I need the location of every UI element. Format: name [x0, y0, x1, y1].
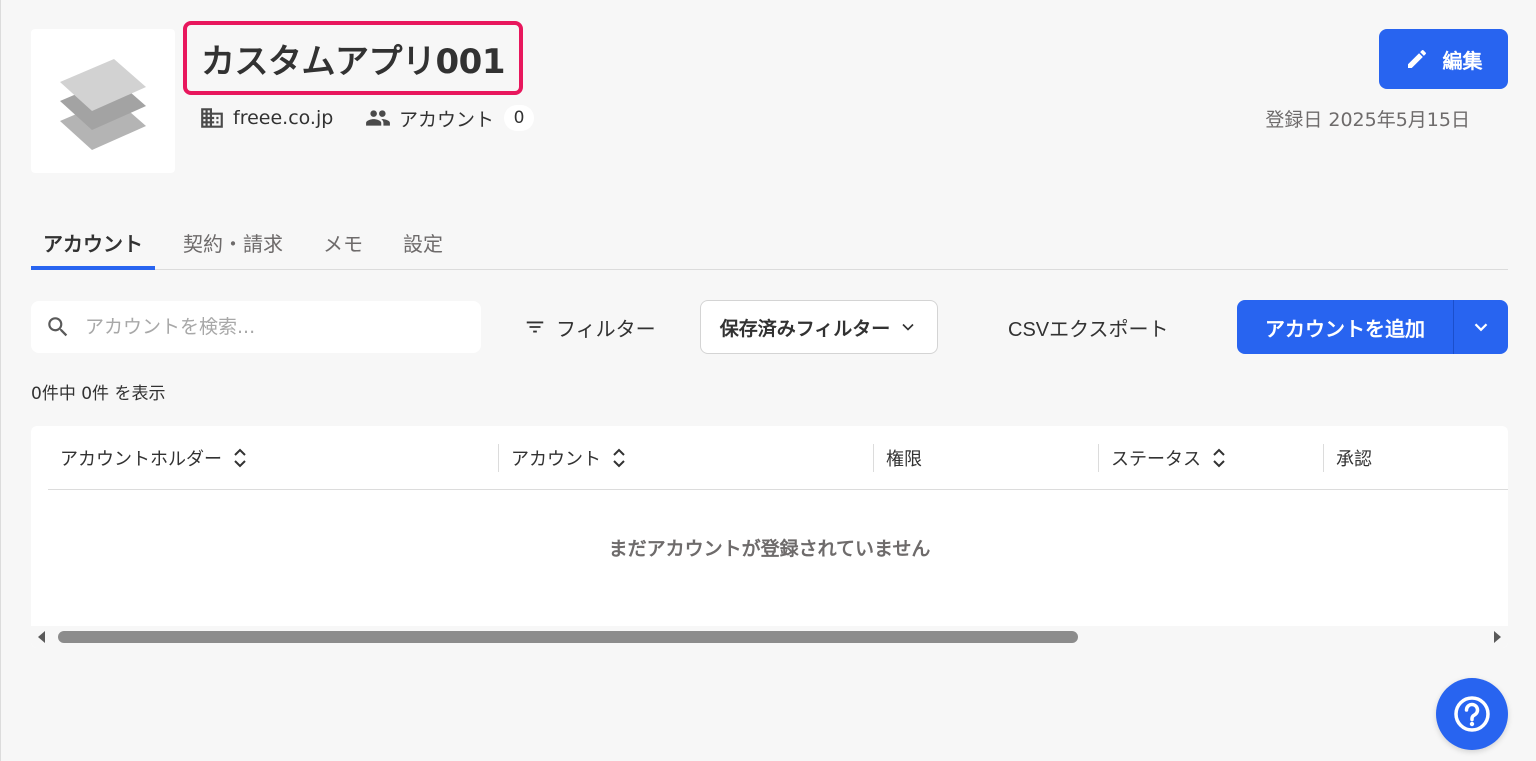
- result-count: 0件中 0件 を表示: [31, 384, 166, 404]
- add-account-dropdown-button[interactable]: [1454, 300, 1508, 354]
- scrollbar-thumb[interactable]: [58, 631, 1078, 643]
- column-label: 承認: [1336, 449, 1372, 470]
- app-account-count: アカウント 0: [365, 104, 535, 132]
- accounts-count-badge: 0: [504, 105, 535, 131]
- app-logo: [31, 29, 175, 173]
- registered-date: 登録日 2025年5月15日: [1265, 109, 1470, 131]
- column-label: アカウント: [511, 449, 601, 470]
- add-account-button[interactable]: アカウントを追加: [1237, 300, 1453, 354]
- search-box: [31, 301, 481, 353]
- add-account-split-button: アカウントを追加: [1237, 300, 1508, 354]
- pencil-icon: [1407, 49, 1426, 68]
- sort-icon: [234, 448, 246, 468]
- scroll-left-arrow-icon[interactable]: [37, 631, 47, 643]
- column-header-status[interactable]: ステータス: [1111, 426, 1229, 490]
- search-input[interactable]: [85, 316, 445, 338]
- window-edge: [0, 0, 1, 761]
- help-button[interactable]: [1436, 678, 1508, 750]
- empty-state-message: まだアカウントが登録されていません: [608, 538, 931, 560]
- tab-settings[interactable]: 設定: [391, 218, 455, 270]
- filter-button[interactable]: フィルター: [524, 301, 656, 353]
- app-detail-page: カスタムアプリ001 freee.co.jp アカウント 0 編集 登録日 20…: [0, 0, 1536, 761]
- column-divider: [1323, 444, 1324, 472]
- column-divider: [873, 444, 874, 472]
- column-label: アカウントホルダー: [60, 449, 222, 470]
- sort-icon: [1213, 448, 1225, 468]
- filter-label: フィルター: [556, 318, 656, 341]
- domain-text: freee.co.jp: [233, 107, 334, 129]
- column-label: ステータス: [1111, 449, 1201, 470]
- column-divider: [498, 444, 499, 472]
- saved-filter-label: 保存済みフィルター: [719, 317, 891, 340]
- csv-export-button[interactable]: CSVエクスポート: [1008, 301, 1169, 353]
- sort-icon: [613, 448, 625, 468]
- column-header-account[interactable]: アカウント: [511, 426, 629, 490]
- tab-contract-billing[interactable]: 契約・請求: [171, 218, 295, 270]
- layers-logo-icon: [60, 59, 146, 150]
- accounts-label: アカウント: [399, 108, 495, 131]
- search-icon: [48, 317, 68, 337]
- column-label: 権限: [886, 449, 922, 470]
- edit-label: 編集: [1442, 50, 1483, 73]
- column-header-approval: 承認: [1336, 426, 1372, 490]
- app-title-highlight: カスタムアプリ001: [183, 21, 523, 95]
- scroll-right-arrow-icon[interactable]: [1492, 631, 1502, 643]
- app-title: カスタムアプリ001: [201, 41, 505, 82]
- accounts-table: アカウントホルダー アカウント 権限 ステータス 承認 まだアカウントが登録され: [31, 426, 1508, 648]
- chevron-down-icon: [1474, 323, 1488, 332]
- horizontal-scrollbar[interactable]: [31, 626, 1508, 648]
- tab-bar: アカウント 契約・請求 メモ 設定: [31, 218, 1508, 270]
- saved-filter-dropdown[interactable]: 保存済みフィルター: [700, 300, 938, 354]
- edit-button[interactable]: 編集: [1379, 29, 1508, 89]
- help-icon: [1454, 696, 1490, 732]
- app-domain: freee.co.jp: [199, 104, 333, 132]
- column-header-account-holder[interactable]: アカウントホルダー: [60, 426, 250, 490]
- tab-accounts[interactable]: アカウント: [31, 218, 155, 270]
- people-icon: [366, 110, 390, 126]
- building-icon: [201, 108, 223, 128]
- chevron-down-icon: [902, 323, 914, 331]
- column-header-permission: 権限: [886, 426, 922, 490]
- column-divider: [1098, 444, 1099, 472]
- tab-memo[interactable]: メモ: [311, 218, 375, 270]
- table-header: アカウントホルダー アカウント 権限 ステータス 承認: [48, 426, 1508, 490]
- filter-icon: [526, 321, 544, 333]
